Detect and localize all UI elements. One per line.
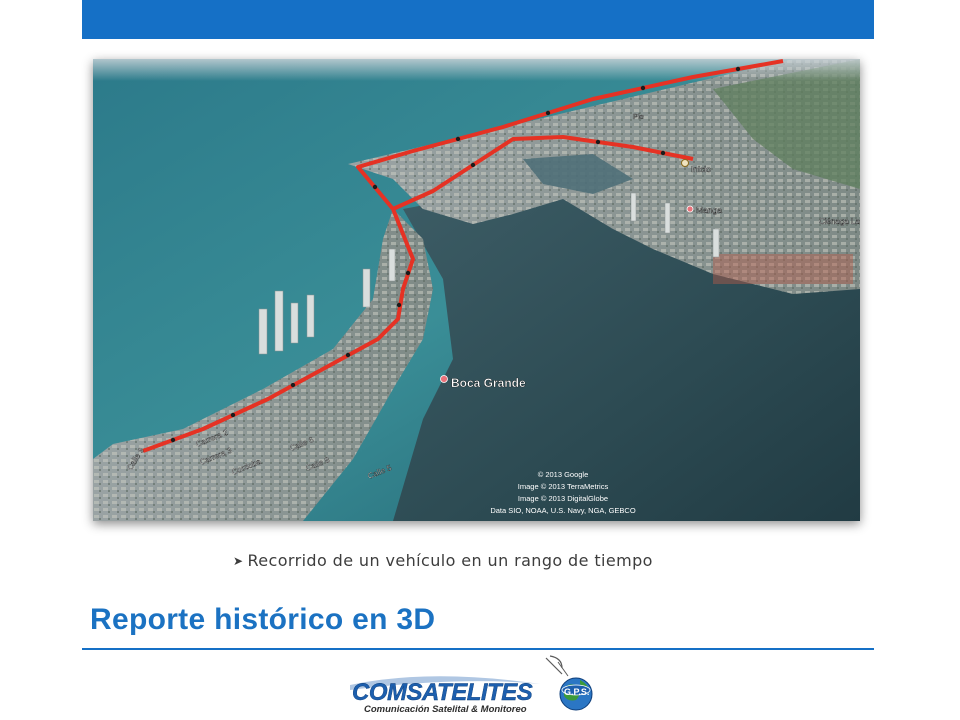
pin-inicio-icon	[681, 159, 689, 167]
arrow-bullet-icon: ➤	[233, 554, 244, 568]
logo-tagline: Comunicación Satelital & Monitoreo	[364, 704, 527, 715]
svg-text:© 2013 Google: © 2013 Google	[538, 470, 589, 479]
label-boca-grande: Boca Grande	[451, 376, 526, 390]
map-caption: ➤ Recorrido de un vehículo en un rango de…	[233, 551, 653, 570]
svg-text:Image © 2013 DigitalGlobe: Image © 2013 DigitalGlobe	[518, 494, 608, 503]
page-title: Reporte histórico en 3D	[90, 603, 436, 636]
svg-text:Image © 2013 TerraMetrics: Image © 2013 TerraMetrics	[518, 482, 609, 491]
caption-text: Recorrido de un vehículo en un rango de …	[247, 551, 653, 570]
logo-name: COMSATELITES	[352, 679, 533, 706]
label-inicio: Inicio	[691, 164, 711, 174]
label-pie: Pie	[633, 112, 644, 121]
pin-boca-grande-icon	[440, 375, 448, 383]
company-logo: COMSATELITES G.P.S. Comunicación Satelit…	[350, 654, 600, 716]
svg-text:Data SIO, NOAA, U.S. Navy, NGA: Data SIO, NOAA, U.S. Navy, NGA, GEBCO	[490, 506, 635, 515]
header-bar	[82, 0, 874, 39]
label-cienaga: Ciénaga La	[819, 217, 860, 226]
label-manga: Manga	[696, 205, 722, 215]
title-divider	[82, 648, 874, 650]
pin-manga-icon	[686, 205, 694, 213]
satellite-map-image: Inicio Manga Boca Grande Ciénaga La Pie …	[93, 59, 860, 521]
logo-gps-badge: G.P.S.	[564, 687, 590, 697]
